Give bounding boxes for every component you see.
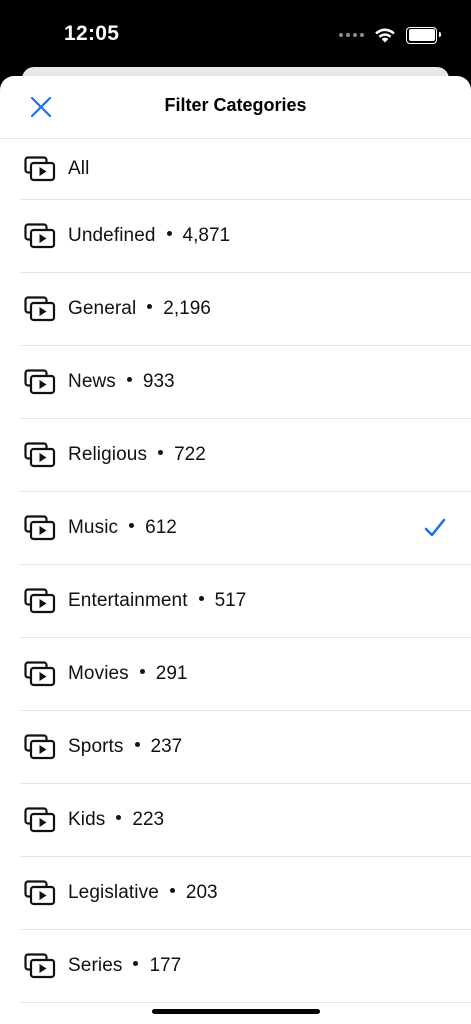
status-icons — [339, 24, 441, 46]
category-label: Religious — [68, 444, 148, 465]
category-count: 237 — [150, 736, 183, 757]
category-label: Series — [68, 955, 123, 976]
checkmark-icon — [423, 516, 447, 540]
video-library-icon — [24, 295, 56, 323]
category-count: 612 — [145, 517, 177, 538]
page-title: Filter Categories — [164, 95, 307, 115]
status-time: 12:05 — [64, 22, 120, 45]
video-library-icon — [24, 514, 56, 542]
category-row-movies[interactable]: Movies 291 — [20, 638, 471, 711]
category-row-general[interactable]: General 2,196 — [20, 273, 471, 346]
category-count: 722 — [174, 444, 206, 465]
sheet-header: Filter Categories — [0, 76, 471, 139]
category-row-kids[interactable]: Kids 223 — [20, 784, 471, 857]
category-label: Entertainment — [68, 590, 188, 611]
separator-dot — [134, 741, 140, 747]
separator-dot — [126, 376, 132, 382]
separator-dot — [166, 230, 172, 236]
category-row-music[interactable]: Music 612 — [20, 492, 471, 565]
separator-dot — [116, 814, 122, 820]
category-label: Undefined — [68, 225, 156, 246]
category-count: 223 — [132, 809, 165, 830]
video-library-icon — [24, 222, 56, 250]
wifi-icon — [375, 28, 395, 43]
separator-dot — [147, 303, 153, 309]
category-count: 177 — [149, 955, 182, 976]
category-label: Sports — [68, 736, 124, 757]
separator-dot — [169, 887, 175, 893]
video-library-icon — [24, 733, 56, 761]
video-library-icon — [24, 879, 56, 907]
category-row-sports[interactable]: Sports 237 — [20, 711, 471, 784]
category-label: General — [68, 298, 137, 319]
separator-dot — [158, 449, 164, 455]
video-library-icon — [24, 952, 56, 980]
category-row-legislative[interactable]: Legislative 203 — [20, 857, 471, 930]
separator-dot — [133, 960, 139, 966]
separator-dot — [139, 668, 145, 674]
separator-dot — [198, 595, 204, 601]
status-bar: 12:05 — [0, 0, 471, 66]
battery-icon — [406, 26, 441, 44]
category-row-entertainment[interactable]: Entertainment 517 — [20, 565, 471, 638]
category-row-religious[interactable]: Religious 722 — [20, 419, 471, 492]
category-count: 933 — [142, 371, 175, 392]
category-row-all[interactable]: All — [20, 139, 471, 200]
category-label: Music — [68, 517, 119, 538]
category-list: All Undefined 4,871 General 2,196 News 933 Reli… — [0, 139, 471, 1003]
video-library-icon — [24, 368, 56, 396]
category-row-series[interactable]: Series 177 — [20, 930, 471, 1003]
category-count: 203 — [185, 882, 218, 903]
category-count: 291 — [155, 663, 188, 684]
video-library-icon — [24, 587, 56, 615]
video-library-icon — [24, 155, 56, 183]
category-label: Movies — [68, 663, 129, 684]
category-row-news[interactable]: News 933 — [20, 346, 471, 419]
video-library-icon — [24, 660, 56, 688]
signal-dots-icon — [339, 33, 364, 37]
separator-dot — [129, 522, 135, 528]
video-library-icon — [24, 441, 56, 469]
filter-sheet: Filter Categories All Undefined 4,871 Gener… — [0, 76, 471, 1024]
category-count: 4,871 — [182, 225, 231, 246]
category-label: Legislative — [68, 882, 159, 903]
category-row-undefined[interactable]: Undefined 4,871 — [20, 200, 471, 273]
home-indicator — [152, 1009, 320, 1014]
category-label: All — [68, 158, 90, 179]
category-label: News — [68, 371, 116, 392]
video-library-icon — [24, 806, 56, 834]
category-count: 2,196 — [163, 298, 211, 319]
category-label: Kids — [68, 809, 106, 830]
category-count: 517 — [214, 590, 247, 611]
